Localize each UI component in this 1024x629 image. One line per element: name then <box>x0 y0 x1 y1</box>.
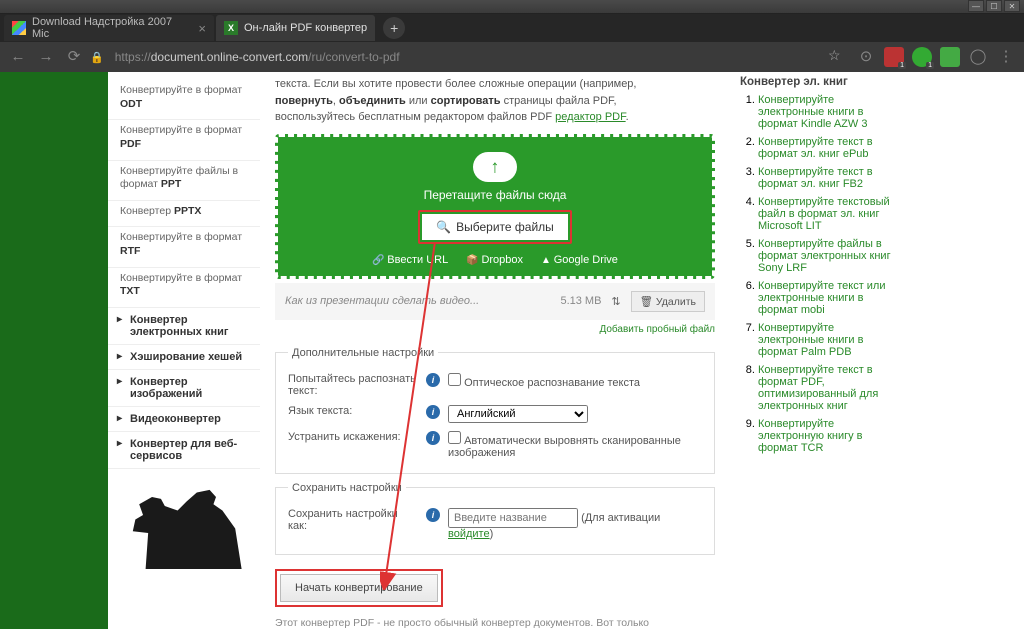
start-convert-button[interactable]: Начать конвертирование <box>280 574 438 602</box>
intro-text: текста. Если вы хотите провести более сл… <box>275 72 715 134</box>
drop-text: Перетащите файлы сюда <box>288 188 702 202</box>
sidebar-cat-hash[interactable]: Хэширование хешей <box>108 345 260 370</box>
sidebar-odt[interactable]: Конвертируйте в формат ODT <box>108 80 260 120</box>
window-close[interactable]: ✕ <box>1004 0 1020 12</box>
back-button[interactable]: ← <box>6 45 30 69</box>
save-settings: Сохранить настройки Сохранить настройки … <box>275 482 715 555</box>
sidebar-pdf[interactable]: Конвертируйте в формат PDF <box>108 120 260 160</box>
file-row: Как из презентации сделать видео... 5.13… <box>275 283 715 320</box>
extension-2[interactable]: 1 <box>912 47 932 67</box>
src-url[interactable]: Ввести URL <box>372 254 448 266</box>
r-link-9[interactable]: Конвертируйте электронную книгу в формат… <box>758 418 863 454</box>
advanced-legend: Дополнительные настройки <box>288 347 438 359</box>
advanced-settings: Дополнительные настройки Попытайтесь рас… <box>275 347 715 474</box>
main-content: текста. Если вы хотите провести более сл… <box>260 72 730 629</box>
sidebar: Конвертируйте в формат ODT Конвертируйте… <box>108 72 260 629</box>
sidebar-cat-image[interactable]: Конвертер изображений <box>108 370 260 407</box>
sidebar-cat-video[interactable]: Видеоконвертер <box>108 407 260 432</box>
right-title: Конвертер эл. книг <box>740 76 900 88</box>
sidebar-rtf[interactable]: Конвертируйте в формат RTF <box>108 227 260 267</box>
settings-name-input[interactable] <box>448 508 578 528</box>
forward-button[interactable]: → <box>34 45 58 69</box>
info-icon[interactable]: i <box>426 405 440 419</box>
file-sort-icon[interactable]: ⇅ <box>611 295 620 308</box>
sidebar-txt[interactable]: Конвертируйте в формат TXT <box>108 268 260 308</box>
info-icon[interactable]: i <box>426 373 440 387</box>
r-link-6[interactable]: Конвертируйте текст или электронные книг… <box>758 280 886 316</box>
window-titlebar: — ☐ ✕ <box>0 0 1024 14</box>
r-link-8[interactable]: Конвертируйте текст в формат PDF, оптими… <box>758 364 878 412</box>
r-link-3[interactable]: Конвертируйте текст в формат эл. книг FB… <box>758 166 873 190</box>
extension-3[interactable] <box>940 47 960 67</box>
drop-zone[interactable]: Перетащите файлы сюда 🔍Выберите файлы Вв… <box>275 134 715 279</box>
r-link-7[interactable]: Конвертируйте электронные книги в формат… <box>758 322 863 358</box>
r-link-5[interactable]: Конвертируйте файлы в формат электронных… <box>758 238 891 274</box>
browser-tabs: Download Надстройка 2007 Mic × X Он-лайн… <box>0 14 1024 42</box>
info-icon[interactable]: i <box>426 508 440 522</box>
window-minimize[interactable]: — <box>968 0 984 12</box>
menu-icon[interactable]: ⋮ <box>994 45 1018 69</box>
footnote: Этот конвертер PDF - не просто обычный к… <box>275 617 715 629</box>
src-dropbox[interactable]: Dropbox <box>466 254 523 266</box>
downloads-icon[interactable]: ⊙ <box>854 45 878 69</box>
delete-file-button[interactable]: 🗑 Удалить <box>631 291 705 312</box>
decorative-silhouette <box>120 479 248 569</box>
oc-favicon: X <box>224 21 238 35</box>
page-viewport: Конвертируйте в формат ODT Конвертируйте… <box>0 72 1024 629</box>
url-field[interactable]: https://document.online-convert.com/ru/c… <box>111 50 822 64</box>
upload-icon <box>473 152 517 182</box>
info-icon[interactable]: i <box>426 431 440 445</box>
reload-button[interactable]: ⟳ <box>62 45 86 69</box>
file-name: Как из презентации сделать видео... <box>285 295 550 307</box>
trash-icon: 🗑 <box>640 296 653 308</box>
start-highlight: Начать конвертирование <box>275 569 443 607</box>
language-select[interactable]: Английский <box>448 405 588 423</box>
login-link[interactable]: войдите <box>448 528 490 540</box>
search-icon: 🔍 <box>436 220 451 234</box>
lock-icon: 🔒 <box>90 51 104 64</box>
tab-2-title: Он-лайн PDF конвертер <box>244 22 367 34</box>
tab-1-title: Download Надстройка 2007 Mic <box>32 16 190 40</box>
src-gdrive[interactable]: Google Drive <box>541 254 618 266</box>
ocr-checkbox[interactable] <box>448 373 461 386</box>
sidebar-pptx[interactable]: Конвертер PPTX <box>108 201 260 228</box>
new-tab-button[interactable]: + <box>383 17 405 39</box>
tab-1[interactable]: Download Надстройка 2007 Mic × <box>4 15 214 41</box>
select-highlight: 🔍Выберите файлы <box>418 210 572 244</box>
save-legend: Сохранить настройки <box>288 482 406 494</box>
bookmark-icon[interactable] <box>828 47 848 67</box>
address-bar: ← → ⟳ 🔒 https://document.online-convert.… <box>0 42 1024 72</box>
file-size: 5.13 MB <box>560 295 601 307</box>
editor-link[interactable]: редактор PDF <box>555 111 625 123</box>
ms-favicon <box>12 21 26 35</box>
r-link-1[interactable]: Конвертируйте электронные книги в формат… <box>758 94 867 130</box>
deskew-checkbox[interactable] <box>448 431 461 444</box>
sidebar-ppt[interactable]: Конвертируйте файлы в формат PPT <box>108 161 260 201</box>
sidebar-cat-ebook[interactable]: Конвертер электронных книг <box>108 308 260 345</box>
right-sidebar: Конвертер эл. книг Конвертируйте электро… <box>730 72 910 629</box>
window-maximize[interactable]: ☐ <box>986 0 1002 12</box>
extension-adblock[interactable]: 1 <box>884 47 904 67</box>
r-link-4[interactable]: Конвертируйте текстовый файл в формат эл… <box>758 196 890 232</box>
add-sample-link[interactable]: Добавить пробный файл <box>275 320 715 339</box>
r-link-2[interactable]: Конвертируйте текст в формат эл. книг eP… <box>758 136 873 160</box>
sidebar-cat-web[interactable]: Конвертер для веб-сервисов <box>108 432 260 469</box>
select-files-button[interactable]: 🔍Выберите файлы <box>422 214 568 240</box>
source-row: Ввести URL Dropbox Google Drive <box>288 254 702 266</box>
tab-1-close[interactable]: × <box>198 21 206 36</box>
profile-icon[interactable]: ◯ <box>966 45 990 69</box>
tab-2[interactable]: X Он-лайн PDF конвертер <box>216 15 375 41</box>
